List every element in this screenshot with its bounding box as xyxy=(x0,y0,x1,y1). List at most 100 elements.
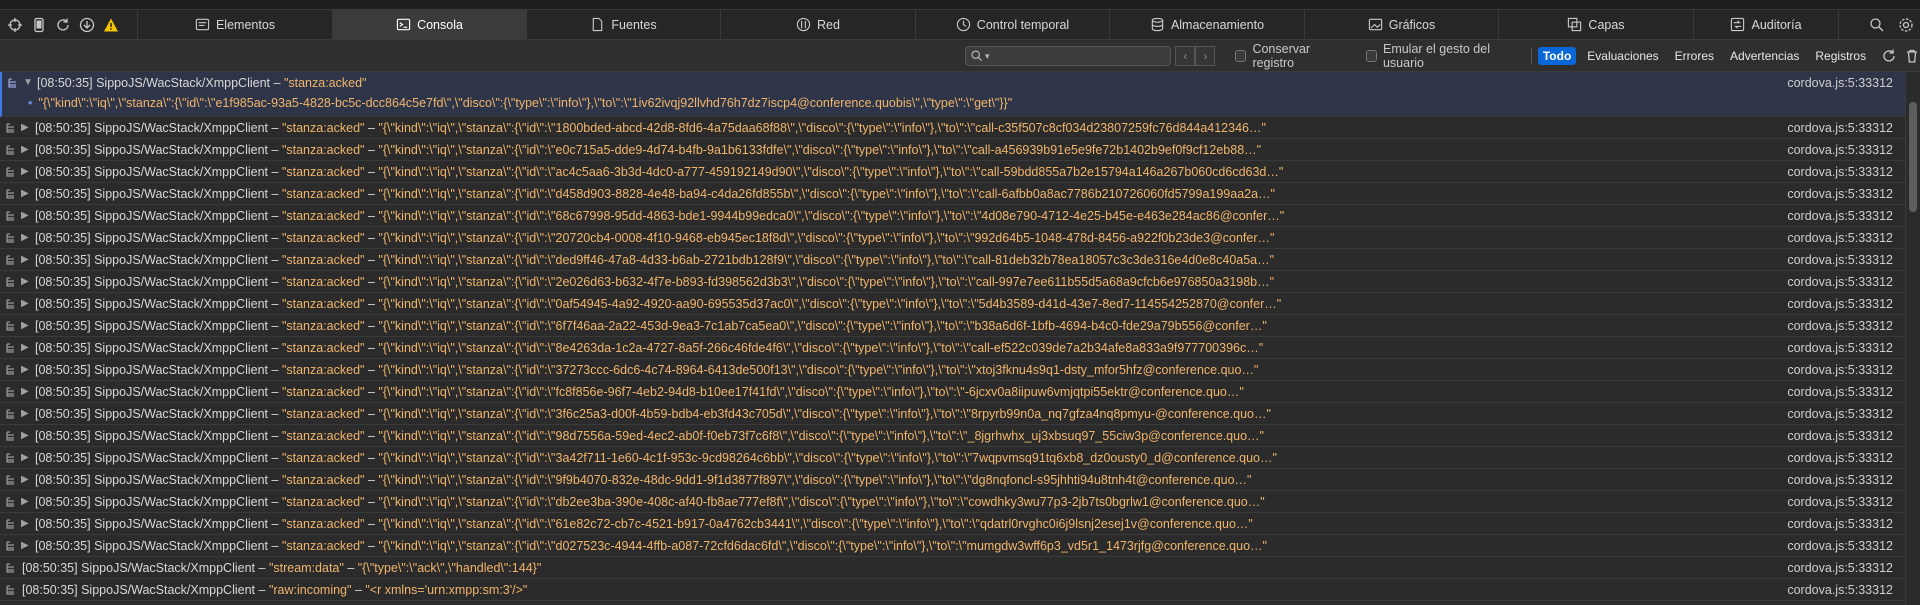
chevron-right-icon[interactable]: ▶ xyxy=(21,232,29,243)
preserve-log-checkbox[interactable]: Conservar registro xyxy=(1235,42,1346,70)
entry-location-link[interactable]: cordova.js:5:33312 xyxy=(1787,297,1893,311)
entry-location-link[interactable]: cordova.js:5:33312 xyxy=(1787,451,1893,465)
chevron-right-icon[interactable]: ▶ xyxy=(21,276,29,287)
console-entry[interactable]: ▶ [08:50:35] SippoJS/WacStack/XmppClient … xyxy=(0,249,1905,271)
tab-graphics[interactable]: Gráficos xyxy=(1305,10,1499,39)
settings-icon[interactable] xyxy=(1897,16,1915,34)
entry-location-link[interactable]: cordova.js:5:33312 xyxy=(1787,561,1893,575)
chevron-right-icon[interactable]: ▶ xyxy=(21,320,29,331)
console-entry[interactable]: ▶ [08:50:35] SippoJS/WacStack/XmppClient … xyxy=(0,425,1905,447)
emulate-gesture-checkbox[interactable]: Emular el gesto del usuario xyxy=(1365,42,1521,70)
chevron-right-icon[interactable]: ▶ xyxy=(21,430,29,441)
console-entry[interactable]: ▶ [08:50:35] SippoJS/WacStack/XmppClient … xyxy=(0,381,1905,403)
filter-search-input[interactable]: ▾ xyxy=(965,46,1172,66)
entry-location-link[interactable]: cordova.js:5:33312 xyxy=(1787,275,1893,289)
chevron-right-icon[interactable]: ▶ xyxy=(21,188,29,199)
entry-location-link[interactable]: cordova.js:5:33312 xyxy=(1787,209,1893,223)
chevron-right-icon[interactable]: ▶ xyxy=(21,496,29,507)
entry-key: "stanza:acked" xyxy=(281,142,365,157)
entry-location-link[interactable]: cordova.js:5:33312 xyxy=(1787,429,1893,443)
entry-location-link[interactable]: cordova.js:5:33312 xyxy=(1787,473,1893,487)
console-entry[interactable]: ▶ [08:50:35] SippoJS/WacStack/XmppClient … xyxy=(0,403,1905,425)
previous-match-button[interactable]: ‹ xyxy=(1175,46,1196,66)
entry-location-link[interactable]: cordova.js:5:33312 xyxy=(1787,187,1893,201)
entry-location-link[interactable]: cordova.js:5:33312 xyxy=(1787,539,1893,553)
console-entry[interactable]: ▶ [08:50:35] SippoJS/WacStack/XmppClient … xyxy=(0,491,1905,513)
console-entry[interactable]: [08:50:35] SippoJS/WacStack/XmppClient –… xyxy=(0,579,1905,601)
filter-evaluations-button[interactable]: Evaluaciones xyxy=(1582,47,1663,65)
chevron-right-icon[interactable]: ▶ xyxy=(21,386,29,397)
entry-location-link[interactable]: cordova.js:5:33312 xyxy=(1787,495,1893,509)
filter-all-button[interactable]: Todo xyxy=(1537,47,1577,65)
chevron-right-icon[interactable]: ▶ xyxy=(21,342,29,353)
scrollbar-thumb[interactable] xyxy=(1909,102,1917,212)
warning-icon[interactable] xyxy=(102,16,120,34)
console-entry[interactable]: ▶ [08:50:35] SippoJS/WacStack/XmppClient … xyxy=(0,271,1905,293)
filter-logs-button[interactable]: Registros xyxy=(1810,47,1871,65)
tab-elements[interactable]: Elementos xyxy=(138,10,333,39)
chevron-right-icon[interactable]: ▶ xyxy=(21,452,29,463)
console-entry[interactable]: ▶ [08:50:35] SippoJS/WacStack/XmppClient … xyxy=(0,205,1905,227)
chevron-right-icon[interactable]: ▶ xyxy=(21,254,29,265)
console-entry[interactable]: ▶ [08:50:35] SippoJS/WacStack/XmppClient … xyxy=(0,447,1905,469)
chevron-right-icon[interactable]: ▶ xyxy=(21,122,29,133)
tab-network[interactable]: Red xyxy=(721,10,916,39)
console-entry[interactable]: ▶ [08:50:35] SippoJS/WacStack/XmppClient … xyxy=(0,469,1905,491)
entry-location-link[interactable]: cordova.js:5:33312 xyxy=(1787,583,1893,597)
chevron-right-icon[interactable]: ▶ xyxy=(21,144,29,155)
search-icon[interactable] xyxy=(1868,16,1886,34)
checkbox-box[interactable] xyxy=(1365,50,1377,62)
chevron-right-icon[interactable]: ▶ xyxy=(21,408,29,419)
console-scrollbar[interactable] xyxy=(1905,72,1920,605)
crosshair-icon[interactable] xyxy=(6,16,24,34)
console-entry[interactable]: ▶ [08:50:35] SippoJS/WacStack/XmppClient … xyxy=(0,227,1905,249)
entry-location-link[interactable]: cordova.js:5:33312 xyxy=(1787,517,1893,531)
console-entry[interactable]: ▶ [08:50:35] SippoJS/WacStack/XmppClient … xyxy=(0,293,1905,315)
filter-errors-button[interactable]: Errores xyxy=(1670,47,1719,65)
console-entry[interactable]: ▶ [08:50:35] SippoJS/WacStack/XmppClient … xyxy=(0,535,1905,557)
tab-storage[interactable]: Almacenamiento xyxy=(1110,10,1305,39)
trash-icon[interactable] xyxy=(1904,47,1920,65)
entry-location-link[interactable]: cordova.js:5:33312 xyxy=(1787,121,1893,135)
chevron-right-icon[interactable]: ▶ xyxy=(21,540,29,551)
entry-location-link[interactable]: cordova.js:5:33312 xyxy=(1787,231,1893,245)
entry-location-link[interactable]: cordova.js:5:33312 xyxy=(1787,76,1893,90)
refresh-console-icon[interactable] xyxy=(1881,47,1897,65)
entry-location-link[interactable]: cordova.js:5:33312 xyxy=(1787,319,1893,333)
tab-sources[interactable]: Fuentes xyxy=(527,10,721,39)
checkbox-box[interactable] xyxy=(1235,50,1247,62)
console-entry-expanded[interactable]: ▼ [08:50:35] SippoJS/WacStack/XmppClient… xyxy=(0,72,1905,117)
chevron-down-icon[interactable]: ▼ xyxy=(23,77,33,88)
entry-location-link[interactable]: cordova.js:5:33312 xyxy=(1787,253,1893,267)
console-entry[interactable]: ▶ [08:50:35] SippoJS/WacStack/XmppClient … xyxy=(0,315,1905,337)
entry-location-link[interactable]: cordova.js:5:33312 xyxy=(1787,165,1893,179)
tab-audit[interactable]: Auditoría xyxy=(1694,10,1839,39)
tab-timeline[interactable]: Control temporal xyxy=(916,10,1110,39)
console-entry[interactable]: ▶ [08:50:35] SippoJS/WacStack/XmppClient … xyxy=(0,139,1905,161)
entry-location-link[interactable]: cordova.js:5:33312 xyxy=(1787,385,1893,399)
console-entry[interactable]: ▶ [08:50:35] SippoJS/WacStack/XmppClient … xyxy=(0,161,1905,183)
console-entry[interactable]: ▶ [08:50:35] SippoJS/WacStack/XmppClient … xyxy=(0,513,1905,535)
console-entry[interactable]: ▶ [08:50:35] SippoJS/WacStack/XmppClient … xyxy=(0,183,1905,205)
entry-location-link[interactable]: cordova.js:5:33312 xyxy=(1787,363,1893,377)
chevron-right-icon[interactable]: ▶ xyxy=(21,166,29,177)
device-icon[interactable] xyxy=(30,16,48,34)
console-entry[interactable]: ▶ [08:50:35] SippoJS/WacStack/XmppClient … xyxy=(0,117,1905,139)
chevron-right-icon[interactable]: ▶ xyxy=(21,298,29,309)
chevron-right-icon[interactable]: ▶ xyxy=(21,474,29,485)
tab-console[interactable]: Consola xyxy=(333,10,527,39)
filter-warnings-button[interactable]: Advertencias xyxy=(1725,47,1804,65)
chevron-right-icon[interactable]: ▶ xyxy=(21,210,29,221)
chevron-right-icon[interactable]: ▶ xyxy=(21,364,29,375)
console-entry[interactable]: ▶ [08:50:35] SippoJS/WacStack/XmppClient … xyxy=(0,337,1905,359)
next-match-button[interactable]: › xyxy=(1195,46,1216,66)
entry-location-link[interactable]: cordova.js:5:33312 xyxy=(1787,143,1893,157)
console-entry[interactable]: [08:50:35] SippoJS/WacStack/XmppClient –… xyxy=(0,557,1905,579)
entry-location-link[interactable]: cordova.js:5:33312 xyxy=(1787,341,1893,355)
console-entry[interactable]: ▶ [08:50:35] SippoJS/WacStack/XmppClient … xyxy=(0,359,1905,381)
chevron-right-icon[interactable]: ▶ xyxy=(21,518,29,529)
download-icon[interactable] xyxy=(78,16,96,34)
entry-location-link[interactable]: cordova.js:5:33312 xyxy=(1787,407,1893,421)
reload-icon[interactable] xyxy=(54,16,72,34)
tab-layers[interactable]: Capas xyxy=(1499,10,1694,39)
